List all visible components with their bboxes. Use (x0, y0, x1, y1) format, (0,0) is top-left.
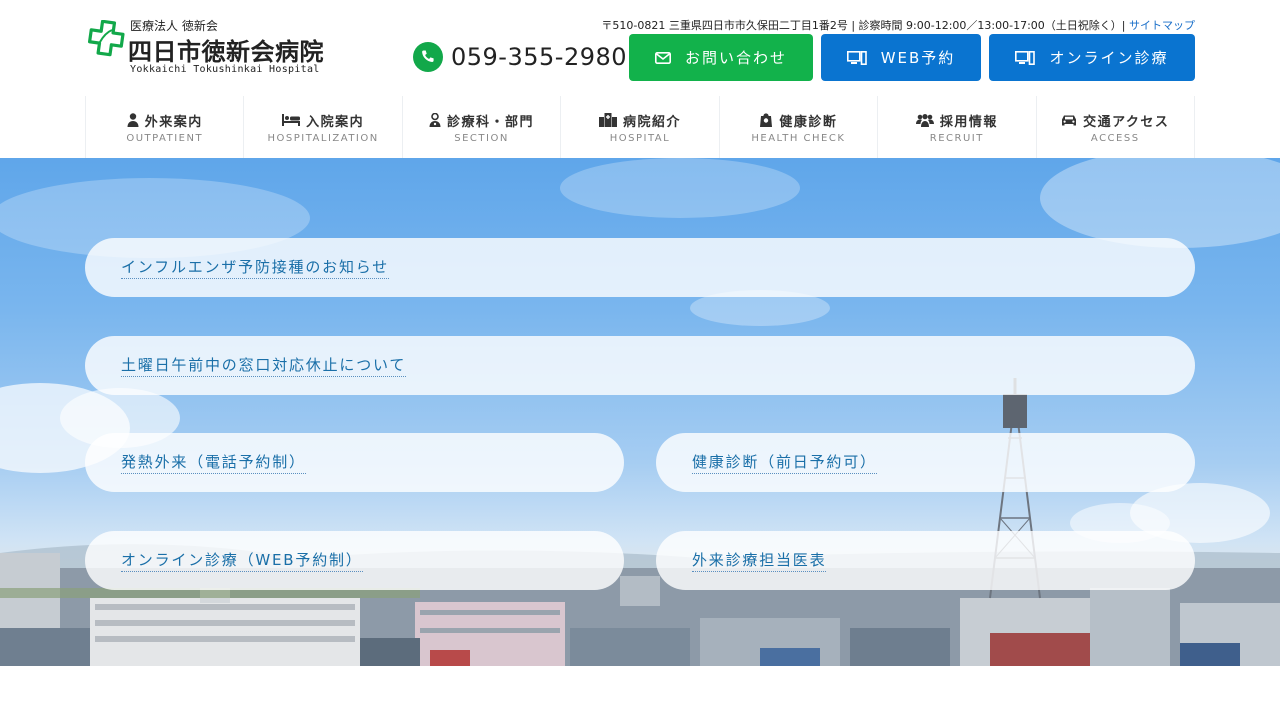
cross-logo-icon (87, 20, 125, 57)
car-icon (1062, 115, 1077, 125)
logo-english-name: Yokkaichi Tokushinkai Hospital (130, 64, 320, 75)
nav-item-hospital[interactable]: 病院紹介 HOSPITAL (560, 96, 718, 158)
news-link-saturday[interactable]: 土曜日午前中の窓口対応休止について (85, 336, 1195, 395)
nav-item-recruit[interactable]: 採用情報 RECRUIT (877, 96, 1035, 158)
news-link-influenza[interactable]: インフルエンザ予防接種のお知らせ (85, 238, 1195, 297)
nav-item-health-check[interactable]: 健康診断 HEALTH CHECK (718, 96, 877, 158)
link-label: 外来診療担当医表 (692, 549, 827, 572)
link-doctor-schedule[interactable]: 外来診療担当医表 (656, 531, 1195, 590)
sitemap-link[interactable]: サイトマップ (1129, 19, 1195, 32)
hero-section: インフルエンザ予防接種のお知らせ 土曜日午前中の窓口対応休止について 発熱外来（… (0, 158, 1280, 666)
nav-item-hospitalization[interactable]: 入院案内 HOSPITALIZATION (243, 96, 401, 158)
link-label: 健康診断（前日予約可） (692, 451, 877, 474)
nav-item-outpatient[interactable]: 外来案内 OUTPATIENT (85, 96, 243, 158)
nav-sublabel: HEALTH CHECK (751, 132, 846, 144)
web-reservation-button[interactable]: WEB予約 (821, 34, 981, 81)
nav-sublabel: SECTION (454, 132, 509, 144)
nav-label: 採用情報 (939, 114, 998, 130)
nav-item-section[interactable]: 診療科・部門 SECTION (401, 96, 560, 158)
mail-icon (654, 51, 671, 64)
address-hours-text: 〒510-0821 三重県四日市市久保田二丁目1番2号 | 診察時間 9:00-… (601, 19, 1126, 32)
hospital-icon (598, 113, 617, 127)
nav-label: 交通アクセス (1083, 114, 1170, 130)
checkup-icon (760, 113, 773, 127)
phone-icon (413, 42, 443, 72)
site-header: 医療法人 徳新会 四日市徳新会病院 Yokkaichi Tokushinkai … (0, 0, 1280, 96)
nav-sublabel: HOSPITAL (609, 132, 671, 144)
contact-button-label: お問い合わせ (684, 49, 787, 67)
link-fever-outpatient[interactable]: 発熱外来（電話予約制） (85, 433, 624, 492)
news-link-label: 土曜日午前中の窓口対応休止について (121, 354, 407, 377)
nav-sublabel: ACCESS (1090, 132, 1140, 144)
phone-number: 059-355-2980 (451, 43, 628, 71)
logo-hospital-name: 四日市徳新会病院 (128, 38, 324, 66)
link-label: 発熱外来（電話予約制） (121, 451, 306, 474)
nav-label: 入院案内 (306, 114, 365, 130)
hospital-logo[interactable]: 医療法人 徳新会 四日市徳新会病院 Yokkaichi Tokushinkai … (86, 16, 336, 80)
global-nav: 外来案内 OUTPATIENT 入院案内 HOSPITALIZATION 診療科… (85, 96, 1195, 158)
news-link-label: インフルエンザ予防接種のお知らせ (121, 256, 390, 279)
nav-label: 健康診断 (779, 114, 838, 130)
user-icon (127, 113, 139, 127)
computer-icon (1015, 50, 1036, 65)
link-online-consultation[interactable]: オンライン診療（WEB予約制） (85, 531, 624, 590)
nav-item-access[interactable]: 交通アクセス ACCESS (1035, 96, 1195, 158)
nav-label: 病院紹介 (622, 114, 681, 130)
link-label: オンライン診療（WEB予約制） (121, 549, 363, 572)
contact-button[interactable]: お問い合わせ (629, 34, 813, 81)
computer-icon (846, 50, 867, 65)
users-icon (915, 113, 934, 127)
web-reservation-label: WEB予約 (880, 49, 956, 67)
bed-icon (282, 114, 301, 126)
nav-sublabel: OUTPATIENT (126, 132, 204, 144)
nav-label: 外来案内 (144, 114, 203, 130)
address-hours-line: 〒510-0821 三重県四日市市久保田二丁目1番2号 | 診察時間 9:00-… (601, 17, 1195, 33)
nav-label: 診療科・部門 (447, 114, 535, 130)
nav-sublabel: HOSPITALIZATION (267, 132, 379, 144)
phone-contact[interactable]: 059-355-2980 (413, 41, 627, 73)
doctor-icon (429, 113, 441, 127)
link-health-checkup[interactable]: 健康診断（前日予約可） (656, 433, 1195, 492)
online-consultation-button[interactable]: オンライン診療 (989, 34, 1195, 81)
online-consultation-label: オンライン診療 (1049, 49, 1169, 67)
nav-sublabel: RECRUIT (929, 132, 984, 144)
